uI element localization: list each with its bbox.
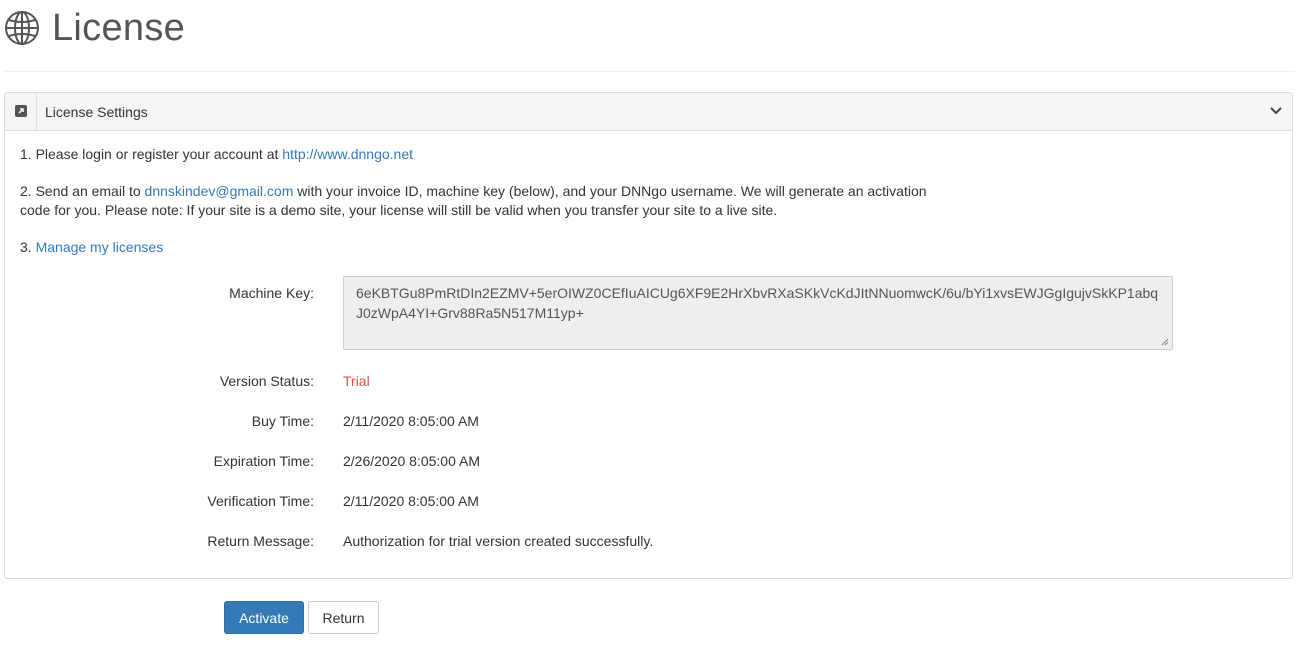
verification-time-value: 2/11/2020 8:05:00 AM (343, 493, 479, 509)
step-3: 3. Manage my licenses (20, 239, 164, 255)
page-title: License (52, 7, 186, 49)
expiration-time-label: Expiration Time: (213, 453, 314, 469)
return-button[interactable]: Return (308, 601, 379, 634)
license-settings-panel: License Settings 1. Please login or regi… (4, 92, 1293, 579)
step-1: 1. Please login or register your account… (20, 146, 414, 162)
header-divider (4, 71, 1295, 72)
panel-heading[interactable]: License Settings (5, 93, 1292, 131)
globe-icon (4, 10, 40, 46)
chevron-down-icon[interactable] (1268, 103, 1284, 119)
return-message-label: Return Message: (207, 533, 314, 549)
page-header: License (4, 6, 185, 50)
manage-licenses-link[interactable]: Manage my licenses (36, 239, 164, 255)
expiration-time-value: 2/26/2020 8:05:00 AM (343, 453, 480, 469)
version-status-label: Version Status: (219, 373, 314, 389)
verification-time-label: Verification Time: (207, 493, 314, 509)
buy-time-value: 2/11/2020 8:05:00 AM (343, 413, 479, 429)
machine-key-textarea[interactable]: 6eKBTGu8PmRtDIn2EZMV+5erOIWZ0CEfIuAICUg6… (343, 276, 1173, 350)
instructions: 1. Please login or register your account… (20, 145, 960, 275)
panel-title: License Settings (45, 103, 148, 120)
support-email-link[interactable]: dnnskindev@gmail.com (145, 183, 294, 199)
dnngo-site-link[interactable]: http://www.dnngo.net (282, 146, 413, 162)
machine-key-label: Machine Key: (229, 285, 314, 301)
panel-toggle[interactable] (5, 93, 37, 130)
return-message-value: Authorization for trial version created … (343, 533, 654, 549)
resize-grip-icon[interactable] (1161, 338, 1169, 346)
version-status-value: Trial (343, 373, 370, 389)
edit-square-icon (14, 104, 27, 120)
activate-button[interactable]: Activate (224, 601, 304, 634)
buy-time-label: Buy Time: (251, 413, 314, 429)
step-2: 2. Send an email to dnnskindev@gmail.com… (20, 183, 927, 218)
